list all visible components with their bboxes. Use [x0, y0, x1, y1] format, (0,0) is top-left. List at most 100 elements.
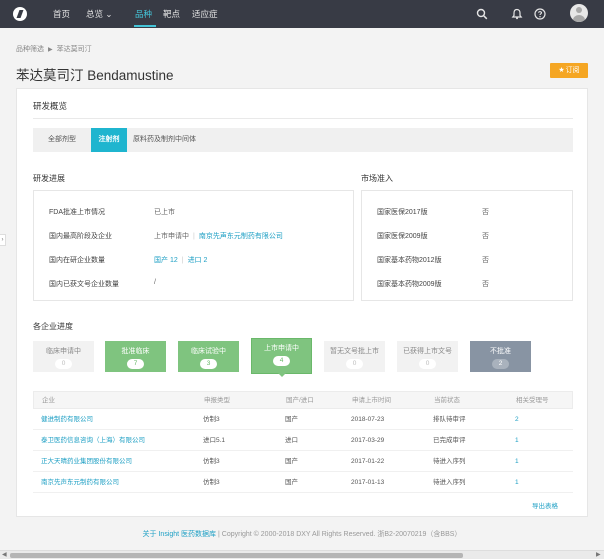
breadcrumb: 品种筛选 ▶ 苯达莫司汀 — [16, 44, 92, 54]
rd-progress-title: 研发进展 — [33, 174, 65, 183]
market-access-title: 市场准入 — [361, 174, 393, 183]
rd-company-count-value: 国产 12 | 进口 2 — [154, 257, 208, 264]
column-header-company[interactable]: 企业 — [42, 392, 55, 410]
subscribe-label: 订阅 — [565, 67, 580, 74]
column-header-status[interactable]: 当前状态 — [434, 392, 460, 410]
highest-stage-value: 上市申请中 | 南京先声东元制药有限公司 — [154, 233, 283, 240]
edl-2012-value: 否 — [482, 257, 489, 264]
table-row: 南京先声东元制药有限公司 仿制3 国产 2017-01-13 待进入序列 1 — [33, 472, 573, 493]
stage-label: 已获得上市文号 — [403, 348, 452, 355]
origin-cell: 国产 — [285, 458, 298, 465]
stage-label: 批准临床 — [121, 348, 150, 355]
stage-label: 临床申请中 — [46, 348, 81, 355]
stage-clinical-application[interactable]: 临床申请中 0 — [33, 341, 94, 372]
nav-active-indicator — [134, 25, 156, 27]
app-logo[interactable] — [13, 7, 27, 21]
nav-overview-dropdown[interactable]: 总览 ⌄ — [86, 8, 112, 20]
application-date-cell: 2017-03-29 — [351, 437, 385, 444]
scroll-right-arrow-icon[interactable]: ▶ — [596, 552, 601, 559]
rd-progress-box: FDA批准上市情况 已上市 国内最高阶段及企业 上市申请中 | 南京先声东元制药有限… — [33, 190, 354, 301]
company-link[interactable]: 泰卫医药信息咨询（上海）有限公司 — [41, 430, 145, 451]
acceptance-count-link[interactable]: 2 — [515, 409, 519, 430]
stage-approval-number-obtained[interactable]: 已获得上市文号 0 — [397, 341, 458, 372]
edl-2012-label: 国家基本药物2012版 — [377, 257, 442, 264]
company-progress-title: 各企业进度 — [33, 322, 73, 331]
imported-count-link[interactable]: 进口 2 — [188, 257, 208, 264]
highest-stage-company-link[interactable]: 南京先声东元制药有限公司 — [199, 233, 283, 240]
copyright-text: | Copyright © 2000-2018 DXY All Rights R… — [216, 531, 462, 538]
column-header-application-type[interactable]: 申报类型 — [204, 392, 230, 410]
approved-company-count-label: 国内已获文号企业数量 — [49, 281, 119, 288]
breadcrumb-item-current: 苯达莫司汀 — [56, 46, 92, 53]
search-icon[interactable] — [476, 8, 488, 20]
approved-company-count-value: / — [154, 279, 156, 286]
breadcrumb-item-variety-filter[interactable]: 品种筛选 — [16, 46, 44, 53]
nrdl-2009-label: 国家医保2009版 — [377, 233, 428, 240]
tab-injection[interactable]: 注射剂 — [91, 128, 127, 152]
domestic-count-link[interactable]: 国产 12 — [154, 257, 178, 264]
user-avatar[interactable] — [570, 4, 588, 22]
chevron-right-icon: › — [1, 237, 4, 243]
scrollbar-thumb[interactable] — [10, 553, 463, 558]
stage-label: 不批准 — [490, 348, 511, 355]
nav-indications[interactable]: 适应症 — [192, 8, 218, 20]
column-header-origin[interactable]: 国产/进口 — [286, 392, 314, 410]
stage-count-badge: 7 — [127, 359, 144, 369]
overview-divider — [33, 118, 573, 119]
application-type-cell: 仿制3 — [203, 458, 220, 465]
tab-api-intermediates[interactable]: 原料药及制剂中间体 — [133, 128, 213, 152]
acceptance-count-link[interactable]: 1 — [515, 451, 519, 472]
stage-label: 上市申请中 — [264, 345, 299, 352]
tab-all-forms[interactable]: 全部剂型 — [33, 128, 91, 152]
stage-clinical-trial[interactable]: 临床试验中 3 — [178, 341, 239, 372]
top-nav-bar: 首页 总览 ⌄ 品种 靶点 适应症 — [0, 0, 604, 28]
table-row: 健进制药有限公司 仿制3 国产 2018-07-23 排队待审评 2 — [33, 409, 573, 430]
column-header-application-date[interactable]: 申请上市时间 — [352, 392, 391, 410]
company-table: 企业 申报类型 国产/进口 申请上市时间 当前状态 相关受理号 健进制药有限公司… — [33, 391, 573, 493]
status-cell: 排队待审评 — [433, 416, 466, 423]
company-link[interactable]: 南京先声东元制药有限公司 — [41, 472, 119, 493]
stage-rejected[interactable]: 不批准 2 — [470, 341, 531, 372]
scroll-left-arrow-icon[interactable]: ◀ — [2, 552, 7, 559]
subscribe-button[interactable]: ★订阅 — [550, 63, 588, 78]
help-icon[interactable] — [534, 8, 546, 20]
stage-label: 临床试验中 — [191, 348, 226, 355]
about-insight-link[interactable]: 关于 Insight 医药数据库 — [143, 531, 217, 538]
company-link[interactable]: 健进制药有限公司 — [41, 409, 93, 430]
status-cell: 待进入序列 — [433, 479, 466, 486]
status-cell: 已完成审评 — [433, 437, 466, 444]
rd-company-count-label: 国内在研企业数量 — [49, 257, 105, 264]
column-header-acceptance-no[interactable]: 相关受理号 — [516, 392, 549, 410]
highest-stage-label: 国内最高阶段及企业 — [49, 233, 112, 240]
export-table-link[interactable]: 导出表格 — [532, 500, 558, 510]
origin-cell: 国产 — [285, 416, 298, 423]
highest-stage-text: 上市申请中 — [154, 233, 189, 240]
application-type-cell: 进口5.1 — [203, 437, 226, 444]
nrdl-2017-value: 否 — [482, 209, 489, 216]
application-type-cell: 仿制3 — [203, 479, 220, 486]
stage-label: 暂无文号批上市 — [330, 348, 379, 355]
nav-home[interactable]: 首页 — [53, 8, 70, 20]
nrdl-2017-label: 国家医保2017版 — [377, 209, 428, 216]
stage-count-badge: 3 — [200, 359, 217, 369]
acceptance-count-link[interactable]: 1 — [515, 430, 519, 451]
stage-marketing-application[interactable]: 上市申请中 4 — [251, 338, 312, 374]
origin-cell: 国产 — [285, 479, 298, 486]
page-title: 苯达莫司汀 Bendamustine — [16, 68, 174, 83]
origin-cell: 进口 — [285, 437, 298, 444]
edl-2009-value: 否 — [482, 281, 489, 288]
horizontal-scrollbar[interactable]: ◀ ▶ — [0, 550, 604, 559]
star-icon: ★ — [558, 67, 565, 74]
stage-approved-no-number[interactable]: 暂无文号批上市 0 — [324, 341, 385, 372]
edl-2009-label: 国家基本药物2009版 — [377, 281, 442, 288]
side-expand-handle[interactable]: › — [0, 234, 6, 246]
stage-count-badge: 0 — [346, 359, 363, 369]
nav-varieties[interactable]: 品种 — [135, 8, 152, 20]
company-link[interactable]: 正大天晴药业集团股份有限公司 — [41, 451, 132, 472]
application-type-cell: 仿制3 — [203, 416, 220, 423]
stage-clinical-approved[interactable]: 批准临床 7 — [105, 341, 166, 372]
nav-targets[interactable]: 靶点 — [163, 8, 180, 20]
fda-approval-label: FDA批准上市情况 — [49, 209, 105, 216]
acceptance-count-link[interactable]: 1 — [515, 472, 519, 493]
bell-icon[interactable] — [511, 8, 523, 20]
